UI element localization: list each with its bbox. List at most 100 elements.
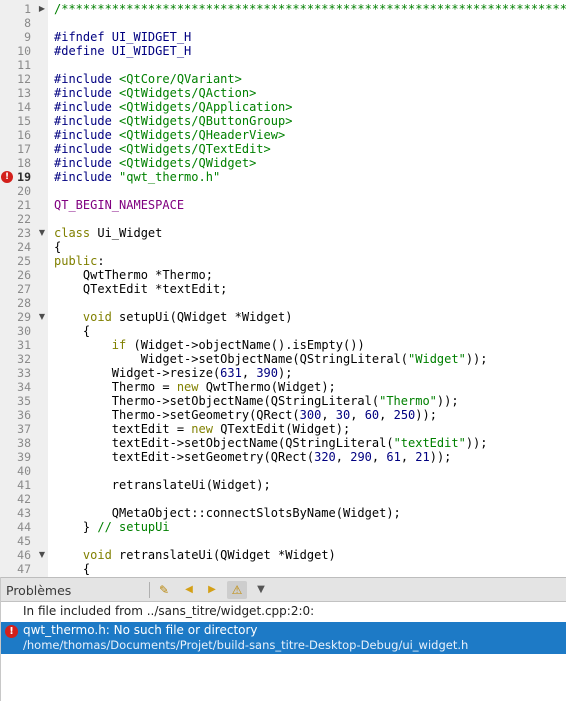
line-number: 43 <box>17 506 31 520</box>
line-number: 28 <box>17 296 31 310</box>
issue-row-error[interactable]: ! qwt_thermo.h: No such file or director… <box>1 622 566 654</box>
code-token: } <box>54 520 98 534</box>
code-text: if (Widget->objectName().isEmpty()) <box>54 338 365 352</box>
code-line[interactable]: 1 ▶ /*************************************… <box>0 2 566 16</box>
code-line[interactable]: 47 { <box>0 562 566 576</box>
code-token: Thermo = <box>54 380 177 394</box>
code-token: <QtWidgets/QWidget> <box>119 156 257 170</box>
problems-panel-header: Problèmes ✎ ◀ ▶ ⚠ ▼ <box>1 577 566 602</box>
line-number: 45 <box>17 534 31 548</box>
code-token: retranslateUi(Widget); <box>54 478 271 492</box>
code-text: textEdit->setObjectName(QStringLiteral("… <box>54 436 488 450</box>
code-line[interactable]: 37 textEdit = new QTextEdit(Widget); <box>0 422 566 436</box>
issue-row-info[interactable]: In file included from ../sans_titre/widg… <box>1 602 566 622</box>
line-number: 18 <box>17 156 31 170</box>
code-line[interactable]: 39 textEdit->setGeometry(QRect(320, 290,… <box>0 450 566 464</box>
code-line[interactable]: 24 { <box>0 240 566 254</box>
fold-collapsed-icon[interactable]: ▶ <box>37 2 47 16</box>
fold-expanded-icon[interactable]: ▼ <box>37 310 47 324</box>
line-number: 26 <box>17 268 31 282</box>
code-token: /***************************************… <box>54 2 566 16</box>
code-line[interactable]: 21 QT_BEGIN_NAMESPACE <box>0 198 566 212</box>
line-number: 22 <box>17 212 31 226</box>
code-line[interactable]: 40 <box>0 464 566 478</box>
code-line[interactable]: 22 <box>0 212 566 226</box>
code-token: , <box>321 408 336 422</box>
code-line[interactable]: 26 QwtThermo *Thermo; <box>0 268 566 282</box>
code-editor[interactable]: 1 ▶ /*************************************… <box>0 0 566 577</box>
code-line[interactable]: 29 ▼ void setupUi(QWidget *Widget) <box>0 310 566 324</box>
line-number: 38 <box>17 436 31 450</box>
code-line[interactable]: 17 #include <QtWidgets/QTextEdit> <box>0 142 566 156</box>
code-token: 250 <box>393 408 416 422</box>
code-token: , <box>379 408 394 422</box>
fold-expanded-icon[interactable]: ▼ <box>37 548 47 562</box>
code-line[interactable]: 35 Thermo->setObjectName(QStringLiteral(… <box>0 394 566 408</box>
code-line[interactable]: 45 <box>0 534 566 548</box>
code-line[interactable]: 23 ▼ class Ui_Widget <box>0 226 566 240</box>
code-token: QwtThermo(Widget); <box>198 380 336 394</box>
next-button[interactable]: ▶ <box>202 581 222 599</box>
code-line[interactable]: 38 textEdit->setObjectName(QStringLitera… <box>0 436 566 450</box>
info-message: In file included from ../sans_titre/widg… <box>23 604 315 618</box>
line-number: 46 <box>17 548 31 562</box>
code-token: #include <box>54 100 120 114</box>
code-lines: 1 ▶ /*************************************… <box>0 2 566 576</box>
code-token: { <box>54 240 62 254</box>
code-line[interactable]: 30 { <box>0 324 566 338</box>
code-line[interactable]: 25 public: <box>0 254 566 268</box>
clean-button[interactable]: ✎ <box>154 581 174 599</box>
code-line[interactable]: 16 #include <QtWidgets/QHeaderView> <box>0 128 566 142</box>
line-number: 47 <box>17 562 31 576</box>
code-token: #include <box>54 72 120 86</box>
filter-button[interactable]: ▼ <box>251 581 271 599</box>
code-line[interactable]: 20 <box>0 184 566 198</box>
code-token: "textEdit" <box>393 436 466 450</box>
code-line[interactable]: 8 <box>0 16 566 30</box>
code-line[interactable]: 9 #ifndef UI_WIDGET_H <box>0 30 566 44</box>
code-text: Thermo->setGeometry(QRect(300, 30, 60, 2… <box>54 408 437 422</box>
code-line[interactable]: 27 QTextEdit *textEdit; <box>0 282 566 296</box>
code-token: "Widget" <box>408 352 466 366</box>
code-line[interactable]: 13 #include <QtWidgets/QAction> <box>0 86 566 100</box>
clean-icon: ✎ <box>158 583 170 597</box>
line-number: 35 <box>17 394 31 408</box>
toolbar-separator <box>149 582 150 598</box>
line-number: 36 <box>17 408 31 422</box>
code-line[interactable]: 11 <box>0 58 566 72</box>
code-token: , <box>400 450 416 464</box>
line-number: 23 <box>17 226 31 240</box>
line-number: 16 <box>17 128 31 142</box>
code-text: #include <QtWidgets/QAction> <box>54 86 256 100</box>
code-line[interactable]: 34 Thermo = new QwtThermo(Widget); <box>0 380 566 394</box>
code-token: 61 <box>386 450 401 464</box>
code-token: #include <box>54 142 120 156</box>
code-line[interactable]: 46 ▼ void retranslateUi(QWidget *Widget) <box>0 548 566 562</box>
code-text: #include <QtWidgets/QTextEdit> <box>54 142 271 156</box>
code-line[interactable]: 15 #include <QtWidgets/QButtonGroup> <box>0 114 566 128</box>
code-line[interactable]: 31 if (Widget->objectName().isEmpty()) <box>0 338 566 352</box>
code-line[interactable]: 43 QMetaObject::connectSlotsByName(Widge… <box>0 506 566 520</box>
line-number: 32 <box>17 352 31 366</box>
code-line[interactable]: 32 Widget->setObjectName(QStringLiteral(… <box>0 352 566 366</box>
fold-expanded-icon[interactable]: ▼ <box>37 226 47 240</box>
code-line[interactable]: 36 Thermo->setGeometry(QRect(300, 30, 60… <box>0 408 566 422</box>
code-token: 60 <box>364 408 380 422</box>
previous-button[interactable]: ◀ <box>179 581 199 599</box>
panel-title: Problèmes <box>6 583 72 598</box>
warning-filter-button[interactable]: ⚠ <box>227 581 247 599</box>
code-token: "qwt_thermo.h" <box>119 170 221 184</box>
code-line[interactable]: 14 #include <QtWidgets/QApplication> <box>0 100 566 114</box>
code-line[interactable]: 33 Widget->resize(631, 390); <box>0 366 566 380</box>
code-line[interactable]: 18 #include <QtWidgets/QWidget> <box>0 156 566 170</box>
code-line[interactable]: 41 retranslateUi(Widget); <box>0 478 566 492</box>
code-token: 21 <box>415 450 430 464</box>
code-line[interactable]: 42 <box>0 492 566 506</box>
code-line[interactable]: 10 #define UI_WIDGET_H <box>0 44 566 58</box>
line-number: 40 <box>17 464 31 478</box>
code-line[interactable]: 12 #include <QtCore/QVariant> <box>0 72 566 86</box>
code-line[interactable]: ! 19 #include "qwt_thermo.h" <box>0 170 566 184</box>
code-line[interactable]: 44 } // setupUi <box>0 520 566 534</box>
line-number: 34 <box>17 380 31 394</box>
code-line[interactable]: 28 <box>0 296 566 310</box>
